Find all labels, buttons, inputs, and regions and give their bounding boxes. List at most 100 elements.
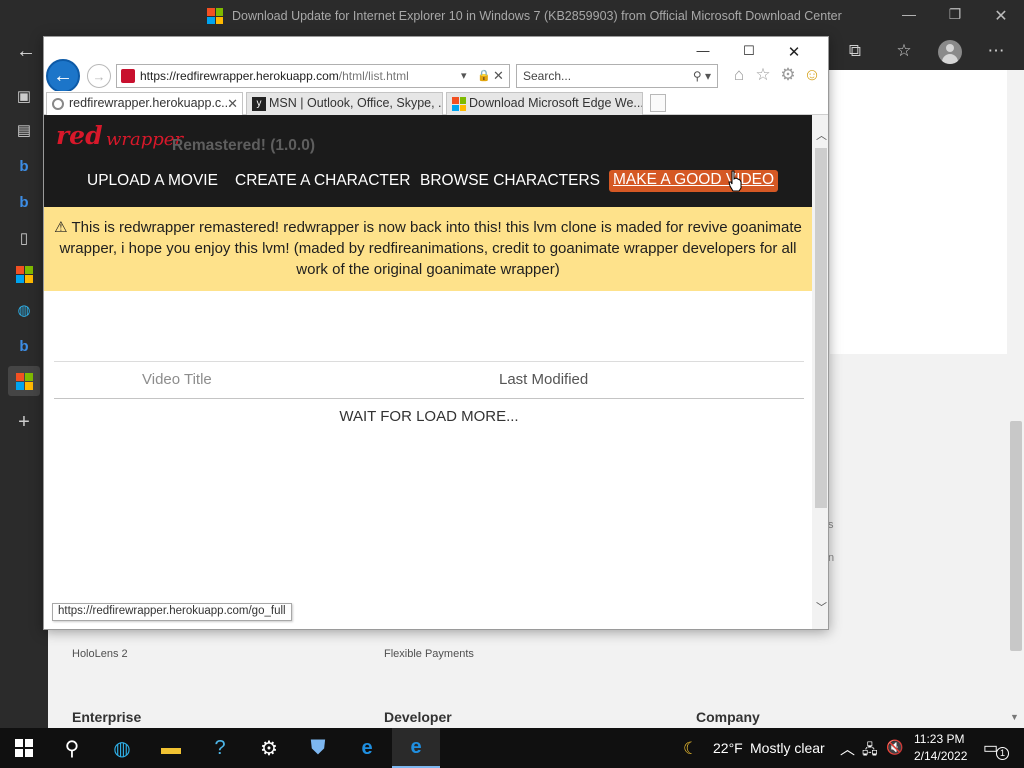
clock-time[interactable]: 11:23 PM <box>914 732 964 746</box>
site-favicon-icon <box>121 69 135 83</box>
office-icon[interactable] <box>12 262 36 286</box>
footer-link-flexible-payments[interactable]: Flexible Payments <box>384 648 474 660</box>
tab-label: Download Microsoft Edge We... <box>469 96 643 110</box>
start-button[interactable] <box>0 728 48 768</box>
page-scrollbar-thumb[interactable] <box>815 148 827 508</box>
document-icon[interactable]: ▯ <box>12 226 36 250</box>
restore-icon[interactable]: ❐ <box>943 6 967 23</box>
page-scrollbar[interactable]: ︿ ﹀ <box>812 115 828 629</box>
weather-temperature[interactable]: 22°F <box>713 740 743 756</box>
help-chat-icon[interactable]: ? <box>196 728 244 768</box>
notice-text: This is redwrapper remastered! redwrappe… <box>59 219 802 278</box>
edge-titlebar: Download Update for Internet Explorer 10… <box>0 0 1024 34</box>
internet-explorer-active-icon[interactable]: e <box>392 728 440 768</box>
search-placeholder: Search... <box>523 69 572 83</box>
tab-close-icon[interactable]: ✕ <box>227 93 238 114</box>
notification-count-badge: 1 <box>996 747 1009 760</box>
more-menu-icon[interactable]: ⋯ <box>984 41 1008 61</box>
favorites-icon[interactable]: ☆ <box>892 41 916 61</box>
nav-browse-characters[interactable]: BROWSE CHARACTERS <box>420 172 600 190</box>
footer-link-hololens[interactable]: HoloLens 2 <box>72 648 128 660</box>
minimize-icon[interactable]: — <box>897 6 921 22</box>
divider <box>54 361 804 362</box>
hand-cursor-icon <box>728 170 742 192</box>
settings-gear-icon[interactable]: ⚙ <box>777 65 799 85</box>
chevron-up-icon[interactable]: ︿ <box>840 738 855 759</box>
network-icon[interactable]: 🖧 <box>862 739 878 763</box>
edge-taskbar-icon[interactable]: ◍ <box>98 728 146 768</box>
edge-sidebar: ▣ ▤ b b ▯ ◍ b + <box>0 70 48 728</box>
edge-window-title: Download Update for Internet Explorer 10… <box>232 9 842 23</box>
ie-window: — ☐ ✕ ← → https://redfirewrapper.herokua… <box>43 36 829 630</box>
clock-date[interactable]: 2/14/2022 <box>914 749 967 763</box>
address-url: https://redfirewrapper.herokuapp.com/htm… <box>140 65 409 87</box>
loading-text: WAIT FOR LOAD MORE... <box>339 408 519 425</box>
url-path: /html/list.html <box>338 69 409 83</box>
edge-back-arrow-icon[interactable]: ← <box>16 40 36 63</box>
bing-icon[interactable]: b <box>12 334 36 358</box>
minimize-icon[interactable]: — <box>688 43 718 58</box>
favorites-star-icon[interactable]: ☆ <box>752 65 774 85</box>
taskbar: ⚲ ◍ ▬ ? ⚙ ⛊ e e ☾ 22°F Mostly clear ︿ 🖧 … <box>0 728 1024 768</box>
edge-icon[interactable]: ◍ <box>12 298 36 322</box>
forward-button[interactable]: → <box>87 64 111 88</box>
webpage: red wrapper Remastered! (1.0.0) UPLOAD A… <box>44 115 812 629</box>
search-icon[interactable]: ⚲ <box>48 728 96 768</box>
tab-msn[interactable]: y MSN | Outlook, Office, Skype, ... <box>246 92 443 115</box>
tab-label: MSN | Outlook, Office, Skype, ... <box>269 96 443 110</box>
collections-icon[interactable]: ▤ <box>12 118 36 142</box>
microsoft-store-icon[interactable] <box>8 366 40 396</box>
nav-make-good-video[interactable]: MAKE A GOOD VIDEO <box>609 170 779 192</box>
address-bar[interactable]: https://redfirewrapper.herokuapp.com/htm… <box>116 64 510 88</box>
footer-heading-enterprise: Enterprise <box>72 709 142 725</box>
settings-gear-icon[interactable]: ⚙ <box>245 728 293 768</box>
site-logo[interactable]: red <box>56 121 103 150</box>
msn-icon: y <box>252 97 266 111</box>
nav-create-character[interactable]: CREATE A CHARACTER <box>235 172 410 190</box>
dropdown-arrow-icon[interactable]: ▾ <box>461 65 467 87</box>
search-icon[interactable]: ⚲ ▾ <box>693 65 711 87</box>
warning-icon: ⚠ <box>54 219 72 236</box>
microsoft-logo-icon <box>452 97 466 111</box>
extensions-icon[interactable]: ⧉ <box>843 41 867 61</box>
weather-description[interactable]: Mostly clear <box>750 740 825 756</box>
back-button[interactable]: ← <box>46 59 80 93</box>
column-header-video-title[interactable]: Video Title <box>142 371 212 388</box>
footer-heading-developer: Developer <box>384 709 452 725</box>
edge-page-panel <box>830 70 1007 354</box>
scroll-down-icon[interactable]: ▼ <box>1010 712 1019 722</box>
status-url-tooltip: https://redfirewrapper.herokuapp.com/go_… <box>52 603 292 621</box>
volume-muted-icon[interactable]: 🔇 <box>886 739 903 756</box>
scroll-up-icon[interactable]: ︿ <box>816 127 827 143</box>
search-input[interactable]: Search... ⚲ ▾ <box>516 64 718 88</box>
scroll-down-icon[interactable]: ﹀ <box>816 599 827 615</box>
weather-moon-icon[interactable]: ☾ <box>683 739 698 759</box>
site-version: Remastered! (1.0.0) <box>172 137 316 154</box>
edge-scrollbar-thumb[interactable] <box>1010 421 1022 651</box>
tabs-icon[interactable]: ▣ <box>12 84 36 108</box>
nav-upload-movie[interactable]: UPLOAD A MOVIE <box>87 172 218 190</box>
close-icon[interactable]: ✕ <box>989 6 1013 26</box>
tab-strip: redfirewrapper.herokuapp.c... ✕ y MSN | … <box>44 91 828 115</box>
home-icon[interactable]: ⌂ <box>728 65 750 85</box>
bing-icon[interactable]: b <box>12 190 36 214</box>
maximize-icon[interactable]: ☐ <box>734 43 764 59</box>
lock-icon[interactable]: 🔒 <box>477 65 491 87</box>
footer-heading-company: Company <box>696 709 760 725</box>
close-icon[interactable]: ✕ <box>779 43 809 61</box>
file-explorer-icon[interactable]: ▬ <box>147 728 195 768</box>
new-tab-button[interactable] <box>650 94 666 112</box>
tab-redfirewrapper[interactable]: redfirewrapper.herokuapp.c... ✕ <box>46 92 243 115</box>
smiley-feedback-icon[interactable]: ☺ <box>801 65 823 85</box>
ie-window-controls: — ☐ ✕ <box>688 37 828 65</box>
add-icon[interactable]: + <box>12 410 36 434</box>
column-header-last-modified[interactable]: Last Modified <box>499 371 588 388</box>
profile-avatar[interactable] <box>938 40 962 64</box>
stop-icon[interactable]: ✕ <box>493 65 504 87</box>
tab-download-edge[interactable]: Download Microsoft Edge We... <box>446 92 643 115</box>
internet-explorer-icon[interactable]: e <box>343 728 391 768</box>
site-nav: UPLOAD A MOVIE CREATE A CHARACTER BROWSE… <box>44 167 812 197</box>
bing-icon[interactable]: b <box>12 154 36 178</box>
tab-label: redfirewrapper.herokuapp.c... <box>69 96 232 110</box>
store-icon[interactable]: ⛊ <box>294 728 342 768</box>
